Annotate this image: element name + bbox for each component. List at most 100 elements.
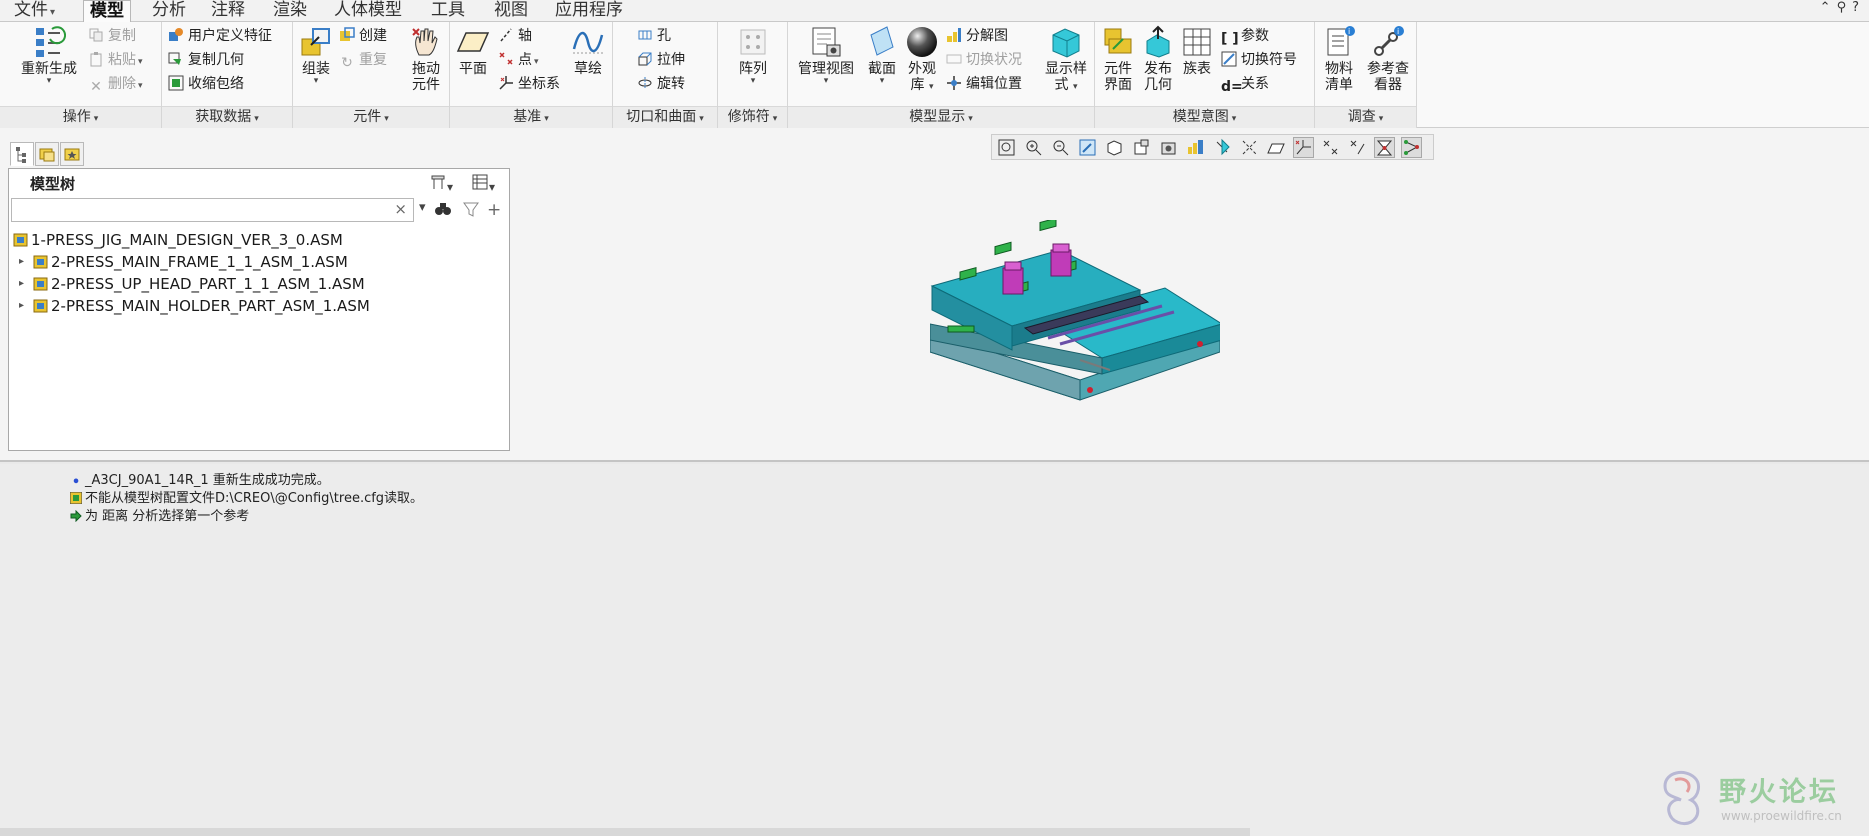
- repaint-button[interactable]: [1077, 137, 1098, 158]
- family-table-button[interactable]: 族表: [1179, 25, 1215, 77]
- view-manager-button[interactable]: [1158, 137, 1179, 158]
- add-icon[interactable]: +: [487, 200, 501, 220]
- delete-button[interactable]: ✕ 删除 ▾: [88, 73, 142, 95]
- tab-applications[interactable]: 应用程序: [549, 0, 629, 22]
- section-button[interactable]: 截面 ▾: [864, 25, 900, 86]
- bom-label-1: 物料: [1325, 61, 1353, 77]
- tab-manikin[interactable]: 人体模型: [328, 0, 408, 22]
- help-icon[interactable]: ?: [1852, 0, 1865, 15]
- relations-button[interactable]: d=关系: [1221, 73, 1269, 95]
- point-button[interactable]: 点 ▾: [498, 49, 539, 71]
- appearance-sphere-icon: [907, 27, 937, 57]
- publish-geometry-button[interactable]: 发布 几何: [1139, 25, 1177, 93]
- drag-hand-icon: [412, 28, 438, 56]
- display-style-view-button[interactable]: [1104, 137, 1125, 158]
- tab-analysis[interactable]: 分析: [146, 0, 192, 22]
- group-model-display-footer[interactable]: 模型显示 ▾: [788, 106, 1094, 128]
- switch-symbols-button[interactable]: 切换符号: [1221, 49, 1297, 71]
- group-component-footer[interactable]: 元件 ▾: [293, 106, 449, 128]
- assembly-icon: [33, 277, 48, 291]
- spin-center-button[interactable]: [1212, 137, 1233, 158]
- horizontal-scrollbar[interactable]: [0, 828, 1250, 836]
- collapse-ribbon-icon[interactable]: ⌃: [1820, 0, 1837, 15]
- tab-model[interactable]: 模型: [83, 0, 131, 23]
- clear-search-icon[interactable]: ×: [394, 200, 407, 218]
- group-investigate-footer[interactable]: 调查 ▾: [1315, 106, 1416, 128]
- repeat-button[interactable]: ↻ 重复: [339, 49, 387, 71]
- tab-view[interactable]: 视图: [488, 0, 534, 22]
- filter-icon[interactable]: [463, 200, 479, 220]
- udf-button[interactable]: 用户定义特征: [168, 25, 272, 47]
- perspective-view-button[interactable]: [1185, 137, 1206, 158]
- expand-arrow-icon[interactable]: ▸: [19, 273, 24, 295]
- assemble-button[interactable]: 组装 ▾: [297, 25, 335, 86]
- tab-annotate[interactable]: 注释: [205, 0, 251, 22]
- group-operations-footer[interactable]: 操作 ▾: [0, 106, 161, 128]
- csys-display-toggle[interactable]: [1293, 137, 1314, 158]
- network-display-toggle[interactable]: [1401, 137, 1422, 158]
- search-icon[interactable]: ⚲: [1837, 0, 1853, 15]
- plane-button[interactable]: 平面: [454, 25, 492, 77]
- hole-button[interactable]: 孔: [637, 25, 671, 47]
- csys-button[interactable]: 坐标系: [498, 73, 560, 95]
- find-binoculars-icon[interactable]: [434, 200, 452, 220]
- tree-columns-button[interactable]: ▾: [471, 173, 495, 194]
- group-get-data-footer[interactable]: 获取数据 ▾: [162, 106, 292, 128]
- tree-settings-button[interactable]: ▾: [429, 173, 453, 194]
- group-cut-surface-footer[interactable]: 切口和曲面 ▾: [613, 106, 717, 128]
- reference-viewer-button[interactable]: i 参考查 看器: [1363, 25, 1413, 93]
- chevron-down-icon: ▾: [823, 76, 829, 86]
- tab-favorites[interactable]: [60, 142, 84, 166]
- chevron-down-icon: ▾: [1231, 114, 1237, 124]
- drag-components-button[interactable]: 拖动 元件: [406, 25, 446, 93]
- tab-tools[interactable]: 工具: [425, 0, 471, 22]
- parameters-button[interactable]: [ ] 参数: [1221, 25, 1269, 47]
- tab-folder-browser[interactable]: [35, 142, 59, 166]
- appearance-gallery-button[interactable]: 外观 库 ▾: [904, 25, 940, 93]
- pattern-button[interactable]: 阵列 ▾: [732, 25, 774, 86]
- plane-display-toggle[interactable]: [1266, 137, 1287, 158]
- shrinkwrap-button[interactable]: 收缩包络: [168, 73, 244, 95]
- zoom-out-button[interactable]: [1050, 137, 1071, 158]
- expand-arrow-icon[interactable]: ▸: [19, 251, 24, 273]
- revolve-button[interactable]: 旋转: [637, 73, 685, 95]
- edit-position-button[interactable]: 编辑位置: [946, 73, 1022, 95]
- toggle-status-button[interactable]: 切换状况: [946, 49, 1022, 71]
- copy-geometry-button[interactable]: 复制几何: [168, 49, 244, 71]
- display-style-button[interactable]: 显示样 式 ▾: [1040, 25, 1092, 93]
- refit-button[interactable]: [996, 137, 1017, 158]
- group-modifiers-footer[interactable]: 修饰符 ▾: [718, 106, 787, 128]
- saved-orientations-button[interactable]: [1131, 137, 1152, 158]
- 3d-model-graphic[interactable]: [930, 220, 1220, 460]
- sketch-button[interactable]: 草绘: [568, 25, 608, 77]
- group-datum-footer[interactable]: 基准 ▾: [450, 106, 612, 128]
- tree-row-main-frame[interactable]: ▸ 2-PRESS_MAIN_FRAME_1_1_ASM_1.ASM: [9, 251, 509, 273]
- exploded-view-button[interactable]: 分解图: [946, 25, 1008, 47]
- component-interface-button[interactable]: 元件 界面: [1099, 25, 1137, 93]
- datum-planes-toggle[interactable]: [1239, 137, 1260, 158]
- regenerate-button[interactable]: 重新生成 ▾: [14, 25, 84, 86]
- tree-row-root[interactable]: 1-PRESS_JIG_MAIN_DESIGN_VER_3_0.ASM: [9, 229, 509, 251]
- point-display-toggle[interactable]: [1320, 137, 1341, 158]
- bom-button[interactable]: i 物料 清单: [1319, 25, 1359, 93]
- group-model-intent-footer[interactable]: 模型意图 ▾: [1095, 106, 1314, 128]
- tab-render[interactable]: 渲染: [267, 0, 313, 22]
- create-button[interactable]: 创建: [339, 25, 387, 47]
- file-menu[interactable]: 文件 ▾: [8, 0, 61, 22]
- manage-views-button[interactable]: 管理视图 ▾: [794, 25, 858, 86]
- tree-search-input[interactable]: ×: [11, 198, 414, 222]
- delete-label: 删除: [108, 76, 136, 92]
- copy-button[interactable]: 复制: [88, 25, 136, 47]
- expand-arrow-icon[interactable]: ▸: [19, 295, 24, 317]
- spin-center-toggle[interactable]: [1374, 137, 1395, 158]
- extrude-button[interactable]: 拉伸: [637, 49, 685, 71]
- axis-label: 轴: [518, 28, 532, 44]
- tree-row-up-head[interactable]: ▸ 2-PRESS_UP_HEAD_PART_1_1_ASM_1.ASM: [9, 273, 509, 295]
- tree-row-main-holder[interactable]: ▸ 2-PRESS_MAIN_HOLDER_PART_ASM_1.ASM: [9, 295, 509, 317]
- paste-button[interactable]: 粘贴 ▾: [88, 49, 143, 71]
- search-dropdown-icon[interactable]: ▾: [419, 200, 426, 220]
- tab-model-tree[interactable]: [10, 142, 34, 166]
- annotation-display-toggle[interactable]: [1347, 137, 1368, 158]
- axis-button[interactable]: 轴: [498, 25, 532, 47]
- zoom-in-button[interactable]: [1023, 137, 1044, 158]
